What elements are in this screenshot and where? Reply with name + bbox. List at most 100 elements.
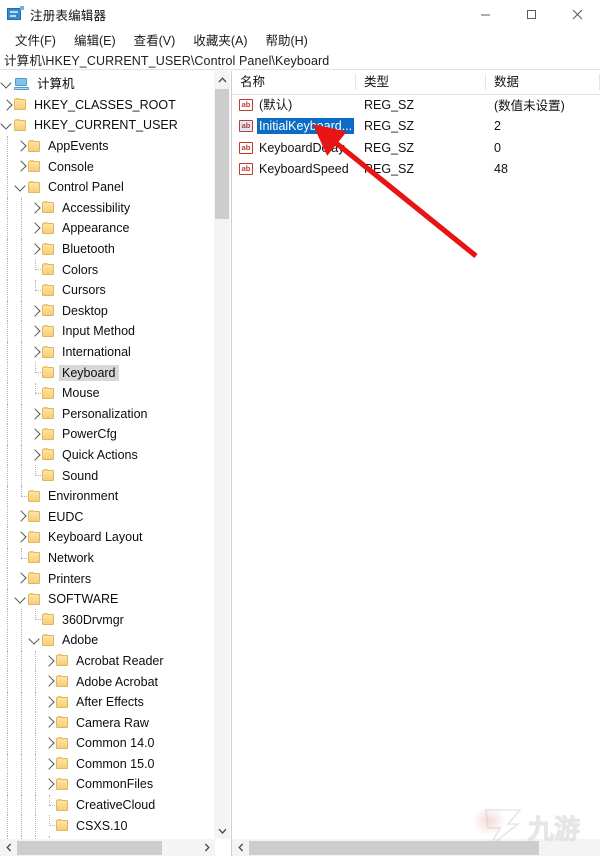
tree-vertical-scrollbar[interactable] <box>214 71 230 839</box>
tree-node[interactable]: Colors <box>0 259 215 280</box>
listview-row[interactable]: ab (默认) REG_SZ (数值未设置) <box>232 94 600 116</box>
tree-node[interactable]: HKEY_CLASSES_ROOT <box>0 95 215 116</box>
tree-indent <box>14 527 28 548</box>
tree-node[interactable]: CommonFiles <box>0 774 215 795</box>
tree-node-label: Keyboard <box>59 364 119 381</box>
tree-node[interactable]: Quick Actions <box>0 444 215 466</box>
tree-node[interactable]: Common 15.0 <box>0 753 215 775</box>
tree-node[interactable]: Bluetooth <box>0 238 215 260</box>
chevron-right-icon[interactable] <box>29 449 41 461</box>
chevron-right-icon[interactable] <box>15 510 27 523</box>
chevron-right-icon[interactable] <box>29 243 41 255</box>
chevron-right-icon[interactable] <box>43 757 55 770</box>
column-header[interactable]: 名称 <box>232 71 356 94</box>
column-header[interactable]: 数据 <box>486 71 600 94</box>
listview-row[interactable]: ab InitialKeyboard... REG_SZ 2 <box>232 116 600 138</box>
chevron-right-icon[interactable] <box>43 716 55 729</box>
tree-node[interactable]: International <box>0 341 215 363</box>
chevron-right-icon[interactable] <box>15 160 27 173</box>
tree-node[interactable]: Network <box>0 547 215 569</box>
tree-node[interactable]: Acrobat Reader <box>0 650 215 672</box>
tree-node[interactable]: Control Panel <box>0 176 215 198</box>
tree-node[interactable]: 计算机 <box>0 74 215 95</box>
chevron-right-icon[interactable] <box>43 675 55 687</box>
tree-node[interactable]: Common 14.0 <box>0 733 215 754</box>
chevron-right-icon[interactable] <box>29 325 41 337</box>
tree-node[interactable]: Keyboard <box>0 362 215 383</box>
chevron-right-icon[interactable] <box>15 572 27 584</box>
tree-node[interactable]: PowerCfg <box>0 424 215 445</box>
tree-node[interactable]: Input Method <box>0 321 215 342</box>
tree-node[interactable]: Console <box>0 156 215 177</box>
scroll-down-icon[interactable] <box>214 822 230 839</box>
tree-node[interactable]: HKEY_CURRENT_USER <box>0 115 215 136</box>
chevron-down-icon[interactable] <box>14 180 26 192</box>
tree-line <box>7 465 9 486</box>
listview-row[interactable]: ab KeyboardSpeed REG_SZ 48 <box>232 159 600 181</box>
value-name-cell: ab InitialKeyboard... <box>232 118 356 135</box>
menu-item-5[interactable]: 帮助(H) <box>256 28 316 51</box>
close-icon[interactable] <box>554 0 600 28</box>
tree-node[interactable]: Camera Raw <box>0 712 215 733</box>
chevron-down-icon[interactable] <box>0 77 12 89</box>
scroll-left-icon[interactable] <box>232 839 249 856</box>
tree-node[interactable]: Desktop <box>0 300 215 322</box>
chevron-right-icon[interactable] <box>29 201 41 214</box>
tree-scroll-thumb[interactable] <box>215 89 229 219</box>
folder-icon <box>42 427 54 440</box>
chevron-right-icon[interactable] <box>43 737 55 749</box>
tree-node[interactable]: Sound <box>0 465 215 486</box>
registry-tree[interactable]: 计算机 HKEY_CLASSES_ROOT HKEY_CURRENT_USER App… <box>0 71 215 839</box>
chevron-right-icon[interactable] <box>29 304 41 317</box>
menu-item-2[interactable]: 编辑(E) <box>65 28 125 51</box>
tree-node[interactable]: Accessibility <box>0 197 215 219</box>
column-header[interactable]: 类型 <box>356 71 486 94</box>
address-bar[interactable]: 计算机\HKEY_CURRENT_USER\Control Panel\Keyb… <box>0 50 600 70</box>
scroll-left-icon[interactable] <box>0 839 17 856</box>
tree-node-label: HKEY_CURRENT_USER <box>34 118 178 133</box>
maximize-icon[interactable] <box>508 0 554 28</box>
tree-horizontal-scrollbar[interactable] <box>0 839 215 856</box>
tree-node[interactable]: AppEvents <box>0 135 215 157</box>
tree-indent <box>14 424 28 445</box>
tree-node[interactable]: Printers <box>0 568 215 589</box>
minimize-icon[interactable] <box>462 0 508 28</box>
tree-node[interactable]: Adobe <box>0 630 215 651</box>
chevron-right-icon[interactable] <box>43 696 55 708</box>
tree-node[interactable]: Keyboard Layout <box>0 527 215 548</box>
tree-node[interactable]: Adobe Acrobat <box>0 671 215 692</box>
tree-line <box>21 218 23 239</box>
chevron-down-icon[interactable] <box>14 592 26 604</box>
chevron-right-icon[interactable] <box>15 531 27 543</box>
chevron-right-icon[interactable] <box>43 778 55 790</box>
tree-hscroll-thumb[interactable] <box>17 840 162 855</box>
tree-node[interactable]: Cursors <box>0 279 215 301</box>
chevron-down-icon[interactable] <box>28 633 40 645</box>
listview-rows[interactable]: ab (默认) REG_SZ (数值未设置) ab InitialKeyboard... R… <box>232 94 600 180</box>
tree-line <box>7 321 9 342</box>
chevron-right-icon[interactable] <box>29 222 41 234</box>
menu-item-1[interactable]: 文件(F) <box>6 28 65 51</box>
tree-node[interactable]: After Effects <box>0 691 215 713</box>
chevron-right-icon[interactable] <box>29 407 41 420</box>
chevron-right-icon[interactable] <box>29 428 41 440</box>
tree-node[interactable]: CSXS.10 <box>0 815 215 836</box>
chevron-right-icon[interactable] <box>15 140 27 152</box>
scroll-up-icon[interactable] <box>214 71 230 88</box>
chevron-right-icon[interactable] <box>1 98 13 111</box>
tree-node[interactable]: Mouse <box>0 382 215 404</box>
tree-node[interactable]: Personalization <box>0 403 215 425</box>
tree-node[interactable]: SOFTWARE <box>0 588 215 610</box>
tree-node[interactable]: Environment <box>0 485 215 507</box>
chevron-right-icon[interactable] <box>29 346 41 358</box>
chevron-right-icon[interactable] <box>43 654 55 667</box>
chevron-down-icon[interactable] <box>0 118 12 130</box>
scroll-right-icon[interactable] <box>198 839 215 856</box>
tree-node[interactable]: Appearance <box>0 218 215 239</box>
tree-node[interactable]: EUDC <box>0 506 215 528</box>
tree-node[interactable]: CreativeCloud <box>0 794 215 816</box>
tree-node[interactable]: 360Drvmgr <box>0 609 215 631</box>
listview-row[interactable]: ab KeyboardDelay REG_SZ 0 <box>232 137 600 159</box>
menu-item-4[interactable]: 收藏夹(A) <box>184 28 256 51</box>
menu-item-3[interactable]: 查看(V) <box>125 28 185 51</box>
